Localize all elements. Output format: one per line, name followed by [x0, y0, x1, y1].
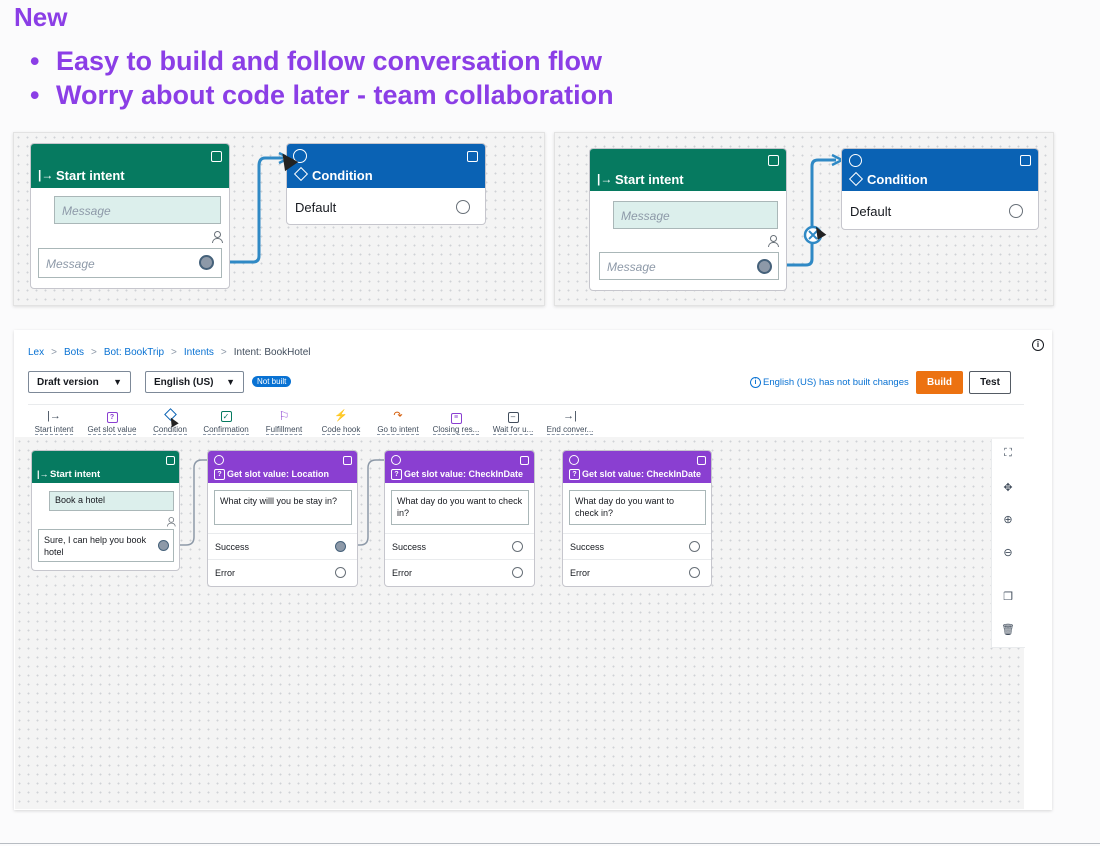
slot-prompt[interactable]: What day do you want to check in? [569, 490, 706, 525]
success-branch-label: Success [215, 542, 250, 552]
get-slot-node-checkindate[interactable]: ? Get slot value: CheckInDate What day d… [384, 450, 535, 587]
success-branch-label: Success [570, 542, 605, 552]
node-title: Get slot value: Location [227, 469, 330, 479]
success-port[interactable] [335, 541, 346, 552]
get-slot-node-location[interactable]: ? Get slot value: Location What city wil… [207, 450, 358, 587]
success-port[interactable] [512, 541, 523, 552]
slot-prompt[interactable]: What day do you want to check in? [391, 490, 529, 525]
error-port[interactable] [335, 567, 346, 578]
get-slot-node-checkindate[interactable]: ? Get slot value: CheckInDate What day d… [562, 450, 712, 587]
response-field[interactable]: Sure, I can help you book hotel [38, 529, 174, 562]
slot-prompt-text: What day do you want to check in? [575, 496, 675, 518]
row-divider [563, 559, 711, 560]
error-port[interactable] [689, 567, 700, 578]
input-port[interactable] [569, 455, 579, 465]
error-branch-label: Error [215, 568, 235, 578]
node-title: Start intent [50, 469, 101, 480]
error-port[interactable] [512, 567, 523, 578]
slot-prompt[interactable]: What city willl you be stay in? [214, 490, 352, 525]
output-port[interactable] [158, 540, 169, 551]
error-branch-label: Error [392, 568, 412, 578]
row-divider [208, 559, 357, 560]
flow-connectors [168, 459, 386, 546]
slot-prompt-text: What day do you want to check in? [397, 496, 523, 518]
get-slot-value-icon: ? [214, 469, 225, 480]
edit-icon[interactable] [520, 456, 529, 465]
utterance-text: Book a hotel [55, 495, 106, 505]
error-branch-label: Error [570, 568, 590, 578]
row-divider [208, 533, 357, 534]
edit-icon[interactable] [343, 456, 352, 465]
start-intent-node[interactable]: |→ Start intent Book a hotel Sure, I can… [31, 450, 180, 571]
node-title: Get slot value: CheckInDate [582, 469, 702, 479]
row-divider [385, 559, 534, 560]
input-port[interactable] [214, 455, 224, 465]
success-branch-label: Success [392, 542, 427, 552]
slot-prompt-text: What city willl you be stay in? [220, 496, 338, 506]
row-divider [563, 533, 711, 534]
row-divider [385, 533, 534, 534]
node-title: Get slot value: CheckInDate [404, 469, 524, 479]
input-port[interactable] [391, 455, 401, 465]
slide-bottom-rule [0, 843, 1100, 844]
person-icon [166, 517, 176, 527]
get-slot-value-icon: ? [391, 469, 402, 480]
utterance-field[interactable]: Book a hotel [49, 491, 174, 511]
start-intent-icon: |→ [37, 469, 49, 479]
get-slot-value-icon: ? [569, 469, 580, 480]
edit-icon[interactable] [166, 456, 175, 465]
response-text: Sure, I can help you book hotel [44, 535, 147, 557]
success-port[interactable] [689, 541, 700, 552]
edit-icon[interactable] [697, 456, 706, 465]
